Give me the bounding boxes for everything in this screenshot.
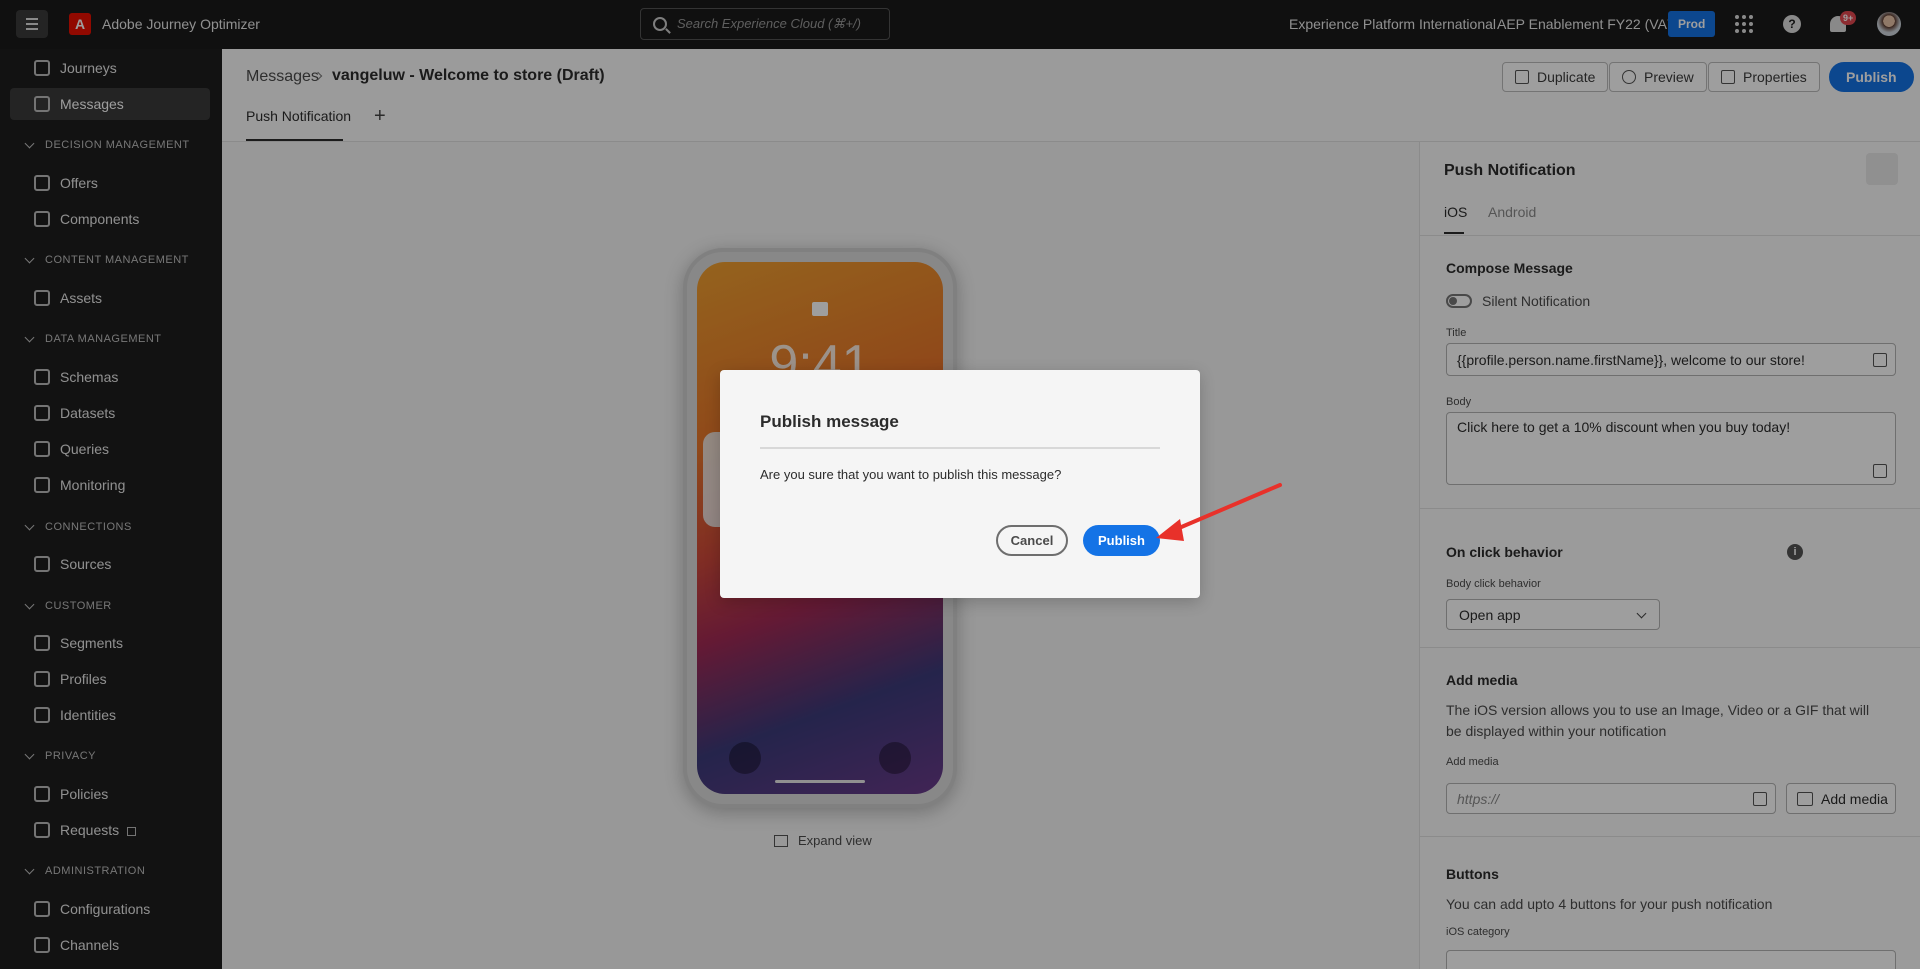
dialog-divider — [760, 447, 1160, 449]
publish-dialog: Publish message Are you sure that you wa… — [720, 370, 1200, 598]
confirm-publish-button[interactable]: Publish — [1083, 525, 1160, 556]
annotation-arrow-icon — [1156, 483, 1282, 541]
sidebar-overlay-area — [0, 49, 222, 969]
dialog-title: Publish message — [760, 412, 899, 431]
cancel-button[interactable]: Cancel — [996, 525, 1068, 556]
dialog-body: Are you sure that you want to publish th… — [760, 467, 1062, 482]
